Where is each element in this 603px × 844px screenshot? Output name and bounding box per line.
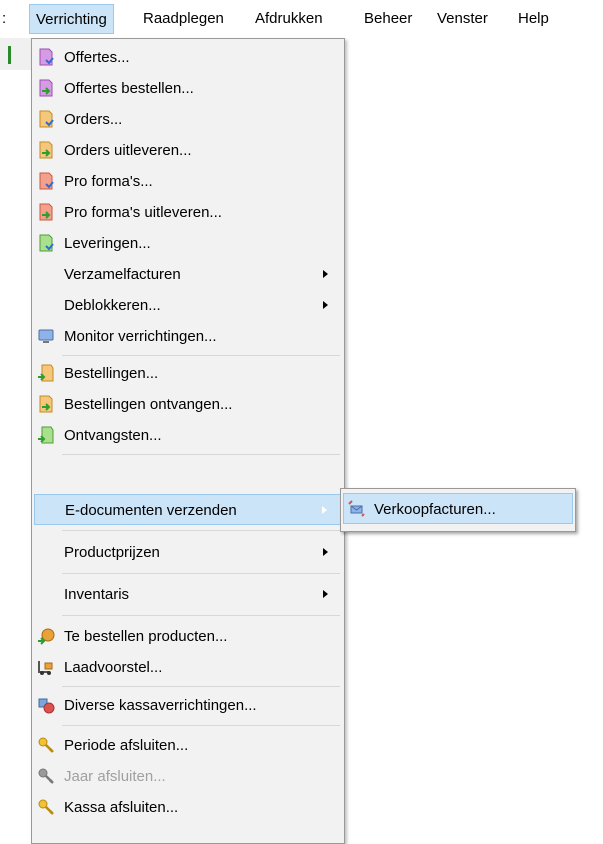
document-orange-arrow-icon [39, 141, 53, 159]
menu-item-pro-forma[interactable]: Pro forma's... [34, 166, 342, 197]
menu-separator [62, 573, 340, 574]
send-document-icon [348, 500, 365, 517]
submenu-arrow-icon [323, 301, 328, 309]
menu-item-inventaris[interactable]: Inventaris [34, 579, 342, 610]
e-documenten-submenu: Verkoopfacturen... [340, 488, 576, 532]
menu-separator [62, 530, 340, 531]
document-orange-arrow-icon [39, 395, 53, 413]
menu-item-te-bestellen-producten[interactable]: Te bestellen producten... [34, 621, 342, 652]
menu-item-laadvoorstel[interactable]: Laadvoorstel... [34, 652, 342, 683]
menu-item-productprijzen[interactable]: Productprijzen [34, 537, 342, 568]
menu-overflow-item[interactable]: : [0, 4, 12, 34]
menu-item-offertes-bestellen[interactable]: Offertes bestellen... [34, 73, 342, 104]
menu-item-kassa-afsluiten[interactable]: Kassa afsluiten... [34, 792, 342, 823]
toolbar-grip-icon [8, 46, 11, 64]
menu-separator [62, 686, 340, 687]
forklift-icon [38, 661, 53, 675]
menu-item-bestellingen[interactable]: Bestellingen... [34, 358, 342, 389]
menu-item-pro-forma-uitleveren[interactable]: Pro forma's uitleveren... [34, 197, 342, 228]
menu-separator [62, 355, 340, 356]
document-green-icon [39, 234, 54, 252]
toolbar [0, 38, 34, 70]
key-icon [38, 737, 54, 753]
document-orange-inbound-icon [38, 364, 54, 382]
document-orange-icon [39, 110, 54, 128]
submenu-arrow-icon [323, 270, 328, 278]
menu-item-e-documenten-verzenden[interactable]: E-documenten verzenden [34, 494, 342, 525]
submenu-arrow-icon [322, 506, 327, 514]
menu-raadplegen[interactable]: Raadplegen [137, 4, 230, 34]
document-red-icon [39, 172, 54, 190]
submenu-item-verkoopfacturen[interactable]: Verkoopfacturen... [343, 493, 573, 524]
menu-separator [62, 615, 340, 616]
menu-afdrukken[interactable]: Afdrukken [249, 4, 329, 34]
menu-separator [62, 454, 340, 455]
menu-item-verzamelfacturen[interactable]: Verzamelfacturen [34, 259, 342, 290]
package-order-icon [38, 628, 55, 645]
menu-item-leveringen[interactable]: Leveringen... [34, 228, 342, 259]
verrichting-dropdown: Offertes... Offertes bestellen... Orders… [31, 38, 345, 844]
menu-bar: : Verrichting Raadplegen Afdrukken Behee… [0, 0, 603, 38]
menu-item-deblokkeren[interactable]: Deblokkeren... [34, 290, 342, 321]
key-icon [38, 799, 54, 815]
key-disabled-icon [38, 768, 54, 784]
menu-item-ontvangsten[interactable]: Ontvangsten... [34, 420, 342, 451]
menu-item-orders[interactable]: Orders... [34, 104, 342, 135]
menu-item-orders-uitleveren[interactable]: Orders uitleveren... [34, 135, 342, 166]
document-red-arrow-icon [39, 203, 53, 221]
menu-item-monitor-verrichtingen[interactable]: Monitor verrichtingen... [34, 321, 342, 352]
menu-item-diverse-kassaverrichtingen[interactable]: Diverse kassaverrichtingen... [34, 690, 342, 721]
workspace [343, 38, 603, 70]
monitor-icon [38, 329, 54, 343]
menu-item-bestellingen-ontvangen[interactable]: Bestellingen ontvangen... [34, 389, 342, 420]
document-purple-arrow-icon [39, 79, 53, 97]
menu-item-offertes[interactable]: Offertes... [34, 42, 342, 73]
document-purple-icon [39, 48, 54, 66]
menu-help[interactable]: Help [512, 4, 555, 34]
menu-venster[interactable]: Venster [431, 4, 494, 34]
menu-item-jaar-afsluiten: Jaar afsluiten... [34, 761, 342, 792]
menu-beheer[interactable]: Beheer [358, 4, 418, 34]
cash-register-icon [38, 698, 55, 714]
menu-item-periode-afsluiten[interactable]: Periode afsluiten... [34, 730, 342, 761]
menu-verrichting[interactable]: Verrichting [29, 4, 114, 34]
menu-separator [62, 725, 340, 726]
submenu-arrow-icon [323, 548, 328, 556]
submenu-arrow-icon [323, 590, 328, 598]
document-green-inbound-icon [38, 426, 54, 444]
